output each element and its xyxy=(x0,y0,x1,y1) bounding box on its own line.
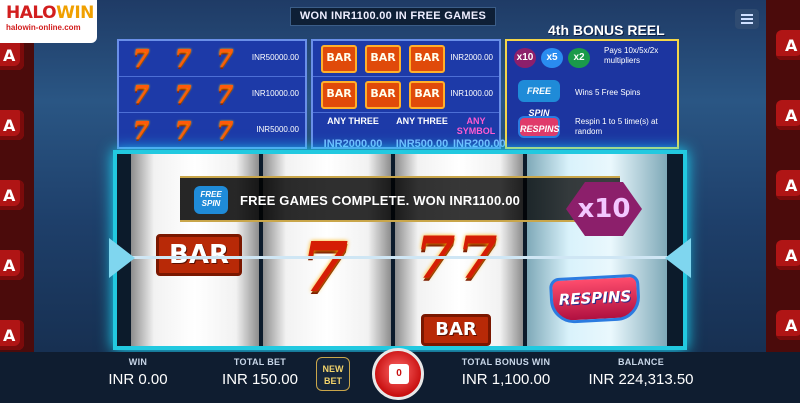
respin-badge: RESPINS xyxy=(518,116,560,138)
top-win-banner: WON INR1100.00 IN FREE GAMES xyxy=(290,7,496,26)
balance-display: BALANCE INR 224,313.50 xyxy=(574,357,708,388)
dice-icon xyxy=(776,30,800,60)
triple-seven-symbol: 7 xyxy=(216,44,234,73)
payout-value: INR200.00 xyxy=(453,138,506,150)
seven-symbol: 7 xyxy=(216,116,234,145)
free-games-complete-text: FREE GAMES COMPLETE. WON INR1100.00 xyxy=(240,193,521,208)
respin-description: Respin 1 to 5 time(s) at random xyxy=(575,117,658,136)
payout-value: INR2000.00 xyxy=(450,53,493,62)
any-title: ANY THREE xyxy=(327,116,379,126)
total-bet-value: INR 150.00 xyxy=(222,371,298,388)
spin-count: 0 xyxy=(389,364,409,384)
dice-icon xyxy=(776,100,800,130)
free-spin-description: Wins 5 Free Spins xyxy=(575,88,641,97)
dice-icon xyxy=(0,320,24,350)
total-bet-label: TOTAL BET xyxy=(233,357,287,367)
total-bonus-win-label: TOTAL BONUS WIN xyxy=(461,357,551,367)
win-label: WIN xyxy=(128,357,148,367)
payline-left-arrow-icon xyxy=(109,238,135,278)
payout-value: INR1000.00 xyxy=(450,89,493,98)
right-dice-border xyxy=(766,0,800,403)
paytable-row: 7 7 7 INR5000.00 xyxy=(119,113,305,149)
paytable-row: 7 7 7 INR50000.00 xyxy=(119,41,305,77)
bar-symbol: BAR xyxy=(156,234,242,276)
payout-value: INR50000.00 xyxy=(251,53,299,62)
double-seven-symbol: 7 xyxy=(174,80,192,109)
bar-symbol: BAR xyxy=(321,81,357,109)
seven-symbol: 7 xyxy=(132,116,150,145)
win-value: INR 0.00 xyxy=(108,371,168,388)
dice-icon xyxy=(0,250,24,280)
dice-icon xyxy=(0,40,24,70)
seven-symbol: 7 xyxy=(301,228,349,308)
free-spin-icon: FREE SPIN xyxy=(194,186,228,214)
double-bar-symbol: BAR xyxy=(409,45,445,73)
spin-button[interactable]: 0 xyxy=(372,348,424,400)
any-title: ANY THREE xyxy=(396,116,448,126)
payline xyxy=(118,256,684,259)
dice-icon xyxy=(0,110,24,140)
respins-symbol: RESPINS xyxy=(548,273,642,325)
double-seven-symbol: 7 xyxy=(132,80,150,109)
logo-word-a: HALO xyxy=(6,3,57,23)
multiplier-x5-icon: x5 xyxy=(541,48,563,68)
bar-symbol: BAR xyxy=(421,314,491,346)
paytable-row: 7 7 7 INR10000.00 xyxy=(119,77,305,113)
any-symbol: ANY SYMBOL INR200.00 xyxy=(453,116,506,150)
any-three-bars: ANY THREE INR500.00 xyxy=(393,116,451,150)
balance-label: BALANCE xyxy=(617,357,665,367)
dice-icon xyxy=(776,310,800,340)
menu-button[interactable] xyxy=(735,9,759,29)
menu-icon xyxy=(741,14,753,16)
balance-value: INR 224,313.50 xyxy=(588,371,694,388)
double-seven-symbol: 7 xyxy=(216,80,234,109)
payout-value: INR5000.00 xyxy=(256,125,299,134)
bonus-reel-title: 4th BONUS REEL xyxy=(548,22,665,38)
payline-right-arrow-icon xyxy=(665,238,691,278)
free-spin-badge: FREE SPIN xyxy=(518,80,560,118)
multiplier-x2-icon: x2 xyxy=(568,48,590,68)
logo-word-b: WIN xyxy=(56,3,94,23)
bar-symbol: BAR xyxy=(365,81,401,109)
paytable-sevens: 7 7 7 INR50000.00 7 7 7 INR10000.00 7 7 … xyxy=(117,39,307,149)
dice-icon xyxy=(776,240,800,270)
triple-seven-symbol: 7 xyxy=(174,44,192,73)
dice-icon xyxy=(776,170,800,200)
logo-url: halowin-online.com xyxy=(6,23,81,32)
triple-seven-symbol: 7 xyxy=(132,44,150,73)
paytable-row: ANY THREE INR2000.00 ANY THREE INR500.00… xyxy=(313,113,506,150)
paytable-row: BAR BAR BAR INR1000.00 xyxy=(313,77,499,113)
any-title: ANY SYMBOL xyxy=(456,116,496,136)
total-bet-display: TOTAL BET INR 150.00 xyxy=(210,357,310,388)
total-bonus-win-value: INR 1,100.00 xyxy=(461,371,551,388)
paytable-row: BAR BAR BAR INR2000.00 xyxy=(313,41,499,77)
total-bonus-win-display: TOTAL BONUS WIN INR 1,100.00 xyxy=(446,357,566,388)
dice-icon xyxy=(0,180,24,210)
any-three-sevens: ANY THREE INR2000.00 xyxy=(315,116,391,150)
payout-value: INR500.00 xyxy=(395,138,449,150)
double-bar-symbol: BAR xyxy=(321,45,357,73)
seven-symbol: 7 xyxy=(174,116,192,145)
free-games-complete-banner: FREE SPIN FREE GAMES COMPLETE. WON INR11… xyxy=(180,176,620,222)
win-display: WIN INR 0.00 xyxy=(96,357,180,388)
payout-value: INR2000.00 xyxy=(323,138,383,150)
bar-symbol: BAR xyxy=(409,81,445,109)
multiplier-x10-icon: x10 xyxy=(514,48,536,68)
payout-value: INR10000.00 xyxy=(251,89,299,98)
multiplier-description: Pays 10x/5x/2x multipliers xyxy=(604,46,659,65)
paytable-bars: BAR BAR BAR INR2000.00 BAR BAR BAR INR10… xyxy=(311,39,506,150)
double-bar-symbol: BAR xyxy=(365,45,401,73)
left-dice-border xyxy=(0,0,34,403)
new-bet-button[interactable]: NEW BET xyxy=(316,357,350,391)
halowin-logo: HALOWIN halowin-online.com xyxy=(0,0,97,43)
